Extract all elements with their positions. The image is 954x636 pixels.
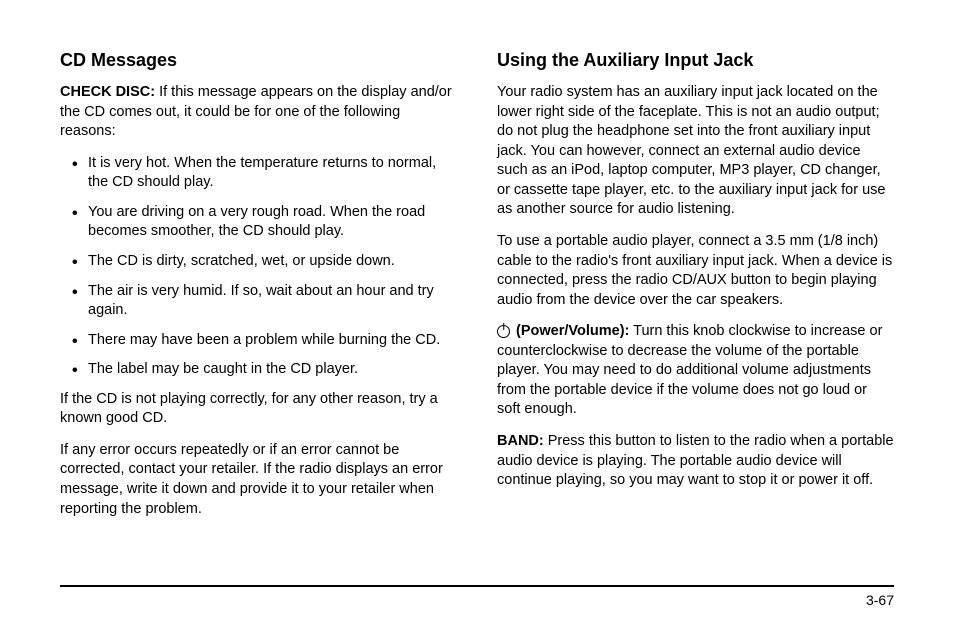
power-volume-label: (Power/Volume): — [512, 323, 629, 339]
list-item: The label may be caught in the CD player… — [60, 360, 457, 380]
list-item: It is very hot. When the temperature ret… — [60, 154, 457, 193]
power-volume-paragraph: (Power/Volume): Turn this knob clockwise… — [497, 322, 894, 420]
power-icon — [497, 325, 510, 338]
reasons-list: It is very hot. When the temperature ret… — [60, 154, 457, 380]
page-number: 3-67 — [60, 592, 894, 608]
right-column: Using the Auxiliary Input Jack Your radi… — [497, 50, 894, 531]
cd-not-playing-paragraph: If the CD is not playing correctly, for … — [60, 390, 457, 429]
page-footer: 3-67 — [60, 585, 894, 608]
list-item: The air is very humid. If so, wait about… — [60, 282, 457, 321]
aux-connect-paragraph: To use a portable audio player, connect … — [497, 232, 894, 310]
list-item: There may have been a problem while burn… — [60, 331, 457, 351]
band-paragraph: BAND: Press this button to listen to the… — [497, 432, 894, 491]
band-text: Press this button to listen to the radio… — [497, 433, 894, 488]
left-column: CD Messages CHECK DISC: If this message … — [60, 50, 457, 531]
band-label: BAND: — [497, 433, 544, 449]
footer-divider — [60, 585, 894, 587]
cd-messages-heading: CD Messages — [60, 50, 457, 71]
aux-intro-paragraph: Your radio system has an auxiliary input… — [497, 83, 894, 220]
list-item: You are driving on a very rough road. Wh… — [60, 203, 457, 242]
check-disc-paragraph: CHECK DISC: If this message appears on t… — [60, 83, 457, 142]
check-disc-label: CHECK DISC: — [60, 84, 155, 100]
auxiliary-jack-heading: Using the Auxiliary Input Jack — [497, 50, 894, 71]
error-contact-paragraph: If any error occurs repeatedly or if an … — [60, 441, 457, 519]
list-item: The CD is dirty, scratched, wet, or upsi… — [60, 252, 457, 272]
